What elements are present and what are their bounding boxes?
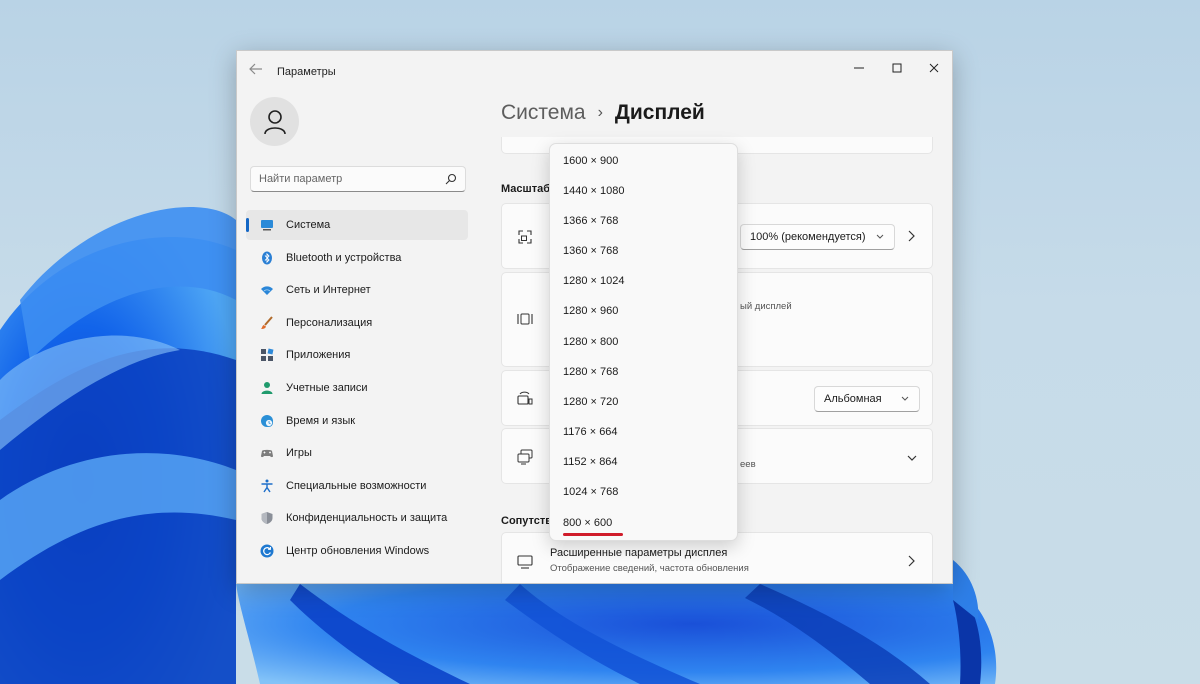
sidebar-item-gaming[interactable]: Игры xyxy=(246,438,468,468)
sidebar-item-label: Сеть и Интернет xyxy=(286,284,371,297)
search-icon[interactable] xyxy=(444,172,458,186)
hdr-link[interactable]: Подробнее об HDR xyxy=(550,137,640,138)
multi-display-icon xyxy=(517,449,533,465)
sidebar-item-accessibility[interactable]: Специальные возможности xyxy=(246,471,468,501)
minimize-icon xyxy=(854,67,864,69)
resolution-option[interactable]: 1280 × 960 xyxy=(563,303,618,319)
resolution-option[interactable]: 1280 × 1024 xyxy=(563,273,624,289)
sidebar-item-label: Система xyxy=(286,219,331,231)
orientation-select[interactable]: Альбомная xyxy=(814,386,920,412)
accessibility-icon xyxy=(261,479,273,493)
resolution-option[interactable]: 1360 × 768 xyxy=(563,243,618,259)
sidebar-nav: Система Bluetooth и устройства Сеть и Ин… xyxy=(246,210,468,569)
globe-clock-icon xyxy=(261,414,273,427)
user-icon xyxy=(263,109,286,134)
search-field[interactable] xyxy=(250,166,466,192)
resolution-option[interactable]: 1280 × 768 xyxy=(563,364,618,380)
resolution-option[interactable]: 1280 × 800 xyxy=(563,334,618,350)
resolution-option[interactable]: 1440 × 1080 xyxy=(563,183,624,199)
chevron-right-icon: › xyxy=(597,104,603,121)
update-icon xyxy=(260,544,274,558)
maximize-icon xyxy=(892,63,902,73)
breadcrumb-parent[interactable]: Система xyxy=(501,101,586,125)
advanced-display-subtitle: Отображение сведений, частота обновления xyxy=(550,563,749,574)
sidebar-item-label: Игры xyxy=(286,447,312,460)
multiple-displays-text: еев xyxy=(740,459,756,470)
resolution-option[interactable]: 1024 × 768 xyxy=(563,484,618,500)
breadcrumb: Система › Дисплей xyxy=(501,101,705,125)
monitor-outline-icon xyxy=(517,555,533,569)
close-icon xyxy=(929,63,939,73)
sidebar-item-label: Конфиденциальность и защита xyxy=(286,512,448,525)
apps-icon xyxy=(261,348,274,362)
related-section-label: Сопутств xyxy=(501,515,553,527)
sidebar-item-label: Приложения xyxy=(286,349,351,362)
arrow-left-icon xyxy=(249,63,262,75)
sidebar-item-label: Центр обновления Windows xyxy=(286,544,430,557)
chevron-right-icon[interactable] xyxy=(906,554,916,568)
advanced-display-title: Расширенные параметры дисплея xyxy=(550,547,728,559)
orientation-icon xyxy=(517,391,533,405)
resolution-option-selected[interactable]: 800 × 600 xyxy=(563,515,612,531)
resolution-text: ый дисплей xyxy=(740,301,792,312)
chevron-down-icon[interactable] xyxy=(906,453,918,463)
sidebar-item-label: Время и язык xyxy=(286,414,356,427)
scale-icon xyxy=(518,230,532,244)
chevron-down-icon xyxy=(876,234,884,239)
wifi-icon xyxy=(261,286,273,296)
resolution-option[interactable]: 1176 × 664 xyxy=(563,424,618,440)
page-title: Дисплей xyxy=(614,101,705,124)
sidebar-item-personalization[interactable]: Персонализация xyxy=(246,308,468,338)
chevron-right-icon[interactable] xyxy=(906,229,916,243)
scale-section-label: Масштаб xyxy=(501,183,551,195)
sidebar-item-bluetooth[interactable]: Bluetooth и устройства xyxy=(246,243,468,273)
resolution-icon xyxy=(517,313,533,325)
scale-select-value: 100% (рекомендуется) xyxy=(750,231,866,243)
gamepad-icon xyxy=(261,450,273,458)
back-button[interactable] xyxy=(249,63,265,77)
resolution-option[interactable]: 1280 × 720 xyxy=(563,394,618,410)
resolution-option[interactable]: 1152 × 864 xyxy=(563,454,618,470)
person-icon xyxy=(261,381,273,394)
monitor-icon xyxy=(261,220,273,231)
search-input[interactable] xyxy=(259,171,439,187)
minimize-button[interactable] xyxy=(844,57,874,79)
maximize-button[interactable] xyxy=(882,57,912,79)
sidebar-item-label: Bluetooth и устройства xyxy=(286,251,402,264)
sidebar-item-system[interactable]: Система xyxy=(246,210,468,240)
sidebar-item-privacy[interactable]: Конфиденциальность и защита xyxy=(246,503,468,533)
resolution-option[interactable]: 1600 × 900 xyxy=(563,153,618,169)
sidebar-item-apps[interactable]: Приложения xyxy=(246,340,468,370)
chevron-down-icon xyxy=(901,396,909,401)
bluetooth-icon xyxy=(262,251,272,265)
sidebar-item-network[interactable]: Сеть и Интернет xyxy=(246,275,468,305)
close-button[interactable] xyxy=(919,57,949,79)
sidebar-item-windows-update[interactable]: Центр обновления Windows xyxy=(246,536,468,566)
title-bar: Параметры xyxy=(237,51,952,87)
sidebar-item-label: Персонализация xyxy=(286,316,373,329)
resolution-dropdown[interactable]: 1600 × 900 1440 × 1080 1366 × 768 1360 ×… xyxy=(549,143,738,541)
shield-icon xyxy=(261,512,273,525)
sidebar-item-accounts[interactable]: Учетные записи xyxy=(246,373,468,403)
app-title: Параметры xyxy=(277,66,336,78)
orientation-select-value: Альбомная xyxy=(824,393,882,405)
brush-icon xyxy=(261,316,273,329)
sidebar: Система Bluetooth и устройства Сеть и Ин… xyxy=(237,87,477,583)
scale-select[interactable]: 100% (рекомендуется) xyxy=(740,224,895,250)
highlight-underline xyxy=(563,533,623,536)
sidebar-item-time-language[interactable]: Время и язык xyxy=(246,406,468,436)
sidebar-item-label: Учетные записи xyxy=(286,381,368,394)
resolution-option[interactable]: 1366 × 768 xyxy=(563,213,618,229)
sidebar-item-label: Специальные возможности xyxy=(286,479,427,492)
avatar[interactable] xyxy=(250,97,299,146)
